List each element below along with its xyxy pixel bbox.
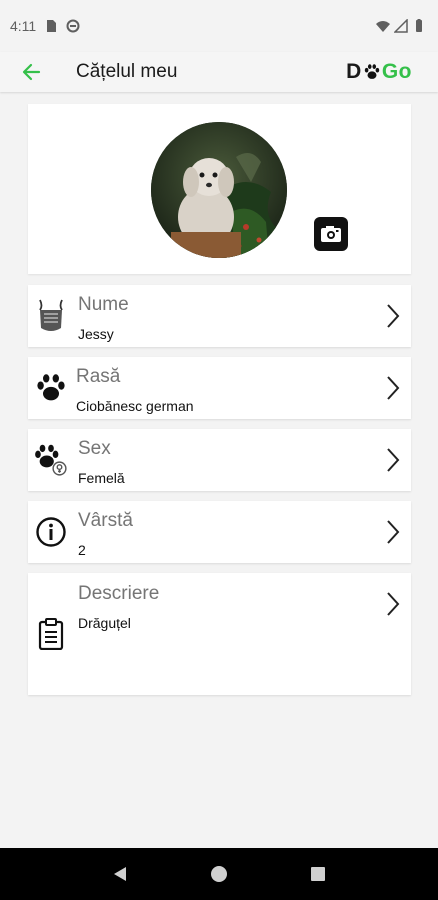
brand-logo: D Go <box>346 60 412 84</box>
page-title: Cățelul meu <box>76 61 178 82</box>
nav-recents-button[interactable] <box>306 862 330 886</box>
nav-back-button[interactable] <box>108 862 132 886</box>
field-label: Descriere <box>78 583 160 604</box>
app-bar: Cățelul meu D Go <box>0 52 438 92</box>
field-label: Rasă <box>76 366 121 387</box>
back-button[interactable] <box>14 55 48 89</box>
dog-avatar[interactable] <box>151 122 287 258</box>
field-row-sex[interactable]: Sex Femelă <box>28 429 411 491</box>
field-value: Ciobănesc german <box>76 398 194 414</box>
battery-icon <box>416 19 422 32</box>
chevron-right-icon <box>387 376 400 400</box>
field-row-name[interactable]: Nume Jessy <box>28 285 411 347</box>
paw-icon <box>34 369 68 407</box>
status-time: 4:11 <box>10 18 37 34</box>
square-recents-icon <box>311 867 326 881</box>
field-row-breed[interactable]: Rasă Ciobănesc german <box>28 357 411 419</box>
clipboard-icon <box>34 615 68 653</box>
field-row-description[interactable]: Descriere Drăguțel <box>28 573 411 695</box>
field-value: Jessy <box>78 326 114 342</box>
change-photo-button[interactable] <box>314 217 348 251</box>
system-nav-bar <box>0 848 438 900</box>
circle-home-icon <box>210 866 227 882</box>
chevron-right-icon <box>387 304 400 328</box>
sim-card-icon <box>47 20 57 32</box>
chevron-right-icon <box>387 520 400 544</box>
field-label: Sex <box>78 438 111 459</box>
info-icon <box>34 513 68 551</box>
camera-icon <box>321 226 341 242</box>
field-label: Nume <box>78 294 129 315</box>
chevron-right-icon <box>387 448 400 472</box>
triangle-back-icon <box>113 867 126 881</box>
signal-icon <box>394 19 408 33</box>
field-label: Vârstă <box>78 510 133 531</box>
field-row-age[interactable]: Vârstă 2 <box>28 501 411 563</box>
paw-logo-icon <box>364 64 380 79</box>
brand-text-right: Go <box>381 60 412 83</box>
dog-photo <box>151 122 287 258</box>
chevron-right-icon <box>387 592 400 616</box>
field-value: Drăguțel <box>78 615 131 631</box>
photo-card <box>28 104 411 274</box>
dog-tag-icon <box>34 297 68 335</box>
nav-home-button[interactable] <box>207 862 231 886</box>
wifi-icon <box>376 21 390 32</box>
status-bar: 4:11 <box>0 0 438 52</box>
arrow-back-icon <box>22 63 41 81</box>
paw-gender-icon <box>34 441 68 479</box>
field-value: Femelă <box>78 470 125 486</box>
brand-text-left: D <box>346 60 362 83</box>
data-saver-icon <box>66 19 80 33</box>
field-value: 2 <box>78 542 86 558</box>
